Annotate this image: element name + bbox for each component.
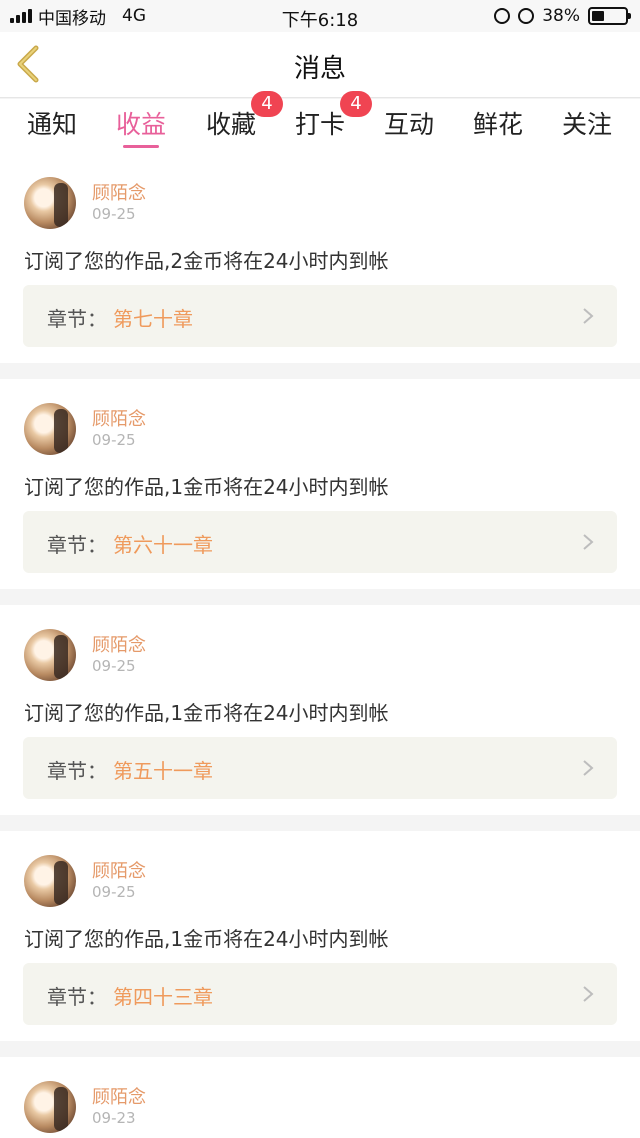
nav-bar: 消息 — [0, 32, 640, 98]
tab-label: 互动 — [383, 110, 434, 139]
username[interactable]: 顾陌念 — [92, 1083, 146, 1109]
tab-earnings[interactable]: 收益 — [101, 105, 181, 148]
chapter-name: 第四十三章 — [113, 985, 213, 1009]
chapter-link[interactable]: 章节： 第六十一章 — [23, 511, 617, 573]
active-tab-indicator — [123, 145, 159, 148]
chevron-right-icon — [583, 986, 594, 1002]
battery-icon — [588, 7, 631, 25]
message-date: 09-25 — [92, 431, 136, 449]
username[interactable]: 顾陌念 — [92, 405, 146, 431]
message-card: 顾陌念 09-25 订阅了您的作品,1金币将在24小时内到帐 章节： 第四十三章 — [0, 831, 640, 1041]
tab-following[interactable]: 关注 — [547, 105, 627, 141]
message-date: 09-25 — [92, 205, 136, 223]
username[interactable]: 顾陌念 — [92, 857, 146, 883]
message-text: 订阅了您的作品,1金币将在24小时内到帐 — [24, 475, 389, 499]
chapter-label: 章节： — [47, 307, 107, 331]
message-date: 09-25 — [92, 883, 136, 901]
avatar[interactable] — [24, 403, 76, 455]
chapter-link[interactable]: 章节： 第七十章 — [23, 285, 617, 347]
message-date: 09-23 — [92, 1109, 136, 1127]
chapter-name: 第五十一章 — [113, 759, 213, 783]
chevron-right-icon — [583, 760, 594, 776]
favorites-badge: 4 — [251, 91, 283, 117]
tab-interactions[interactable]: 互动 — [369, 105, 449, 141]
status-right: 38% — [494, 0, 631, 32]
avatar[interactable] — [24, 177, 76, 229]
tab-label: 通知 — [26, 110, 77, 139]
tab-label: 收益 — [115, 110, 166, 139]
chevron-right-icon — [583, 534, 594, 550]
message-card: 顾陌念 09-25 订阅了您的作品,1金币将在24小时内到帐 章节： 第六十一章 — [0, 379, 640, 589]
tab-label: 关注 — [561, 110, 612, 139]
message-text: 订阅了您的作品,1金币将在24小时内到帐 — [24, 927, 389, 951]
chapter-name: 第六十一章 — [113, 533, 213, 557]
tab-flowers[interactable]: 鲜花 — [458, 105, 538, 141]
tab-label: 收藏 — [205, 110, 256, 139]
message-card: 顾陌念 09-23 — [0, 1057, 640, 1138]
chapter-label: 章节： — [47, 533, 107, 557]
message-text: 订阅了您的作品,2金币将在24小时内到帐 — [24, 249, 389, 273]
avatar[interactable] — [24, 1081, 76, 1133]
chevron-right-icon — [583, 308, 594, 324]
alarm-icon — [518, 8, 535, 24]
tab-bar: 通知 收益 收藏 4 打卡 4 互动 鲜花 关注 — [0, 91, 640, 153]
chapter-link[interactable]: 章节： 第四十三章 — [23, 963, 617, 1025]
message-card: 顾陌念 09-25 订阅了您的作品,2金币将在24小时内到帐 章节： 第七十章 — [0, 153, 640, 363]
tab-checkin[interactable]: 打卡 4 — [280, 91, 372, 141]
tab-notifications[interactable]: 通知 — [12, 105, 92, 141]
message-text: 订阅了您的作品,1金币将在24小时内到帐 — [24, 701, 389, 725]
checkin-badge: 4 — [340, 91, 372, 117]
tab-label: 打卡 — [294, 110, 345, 139]
orientation-lock-icon — [494, 8, 511, 24]
battery-percent: 38% — [542, 6, 580, 26]
tab-label: 鲜花 — [472, 110, 523, 139]
message-card: 顾陌念 09-25 订阅了您的作品,1金币将在24小时内到帐 章节： 第五十一章 — [0, 605, 640, 815]
tab-favorites[interactable]: 收藏 4 — [191, 91, 283, 141]
chapter-name: 第七十章 — [113, 307, 193, 331]
chapter-label: 章节： — [47, 985, 107, 1009]
username[interactable]: 顾陌念 — [92, 631, 146, 657]
username[interactable]: 顾陌念 — [92, 179, 146, 205]
chapter-link[interactable]: 章节： 第五十一章 — [23, 737, 617, 799]
message-date: 09-25 — [92, 657, 136, 675]
chapter-label: 章节： — [47, 759, 107, 783]
page-title: 消息 — [293, 54, 346, 84]
status-bar: 中国移动 4G 下午6:18 38% — [0, 0, 640, 32]
avatar[interactable] — [24, 629, 76, 681]
avatar[interactable] — [24, 855, 76, 907]
